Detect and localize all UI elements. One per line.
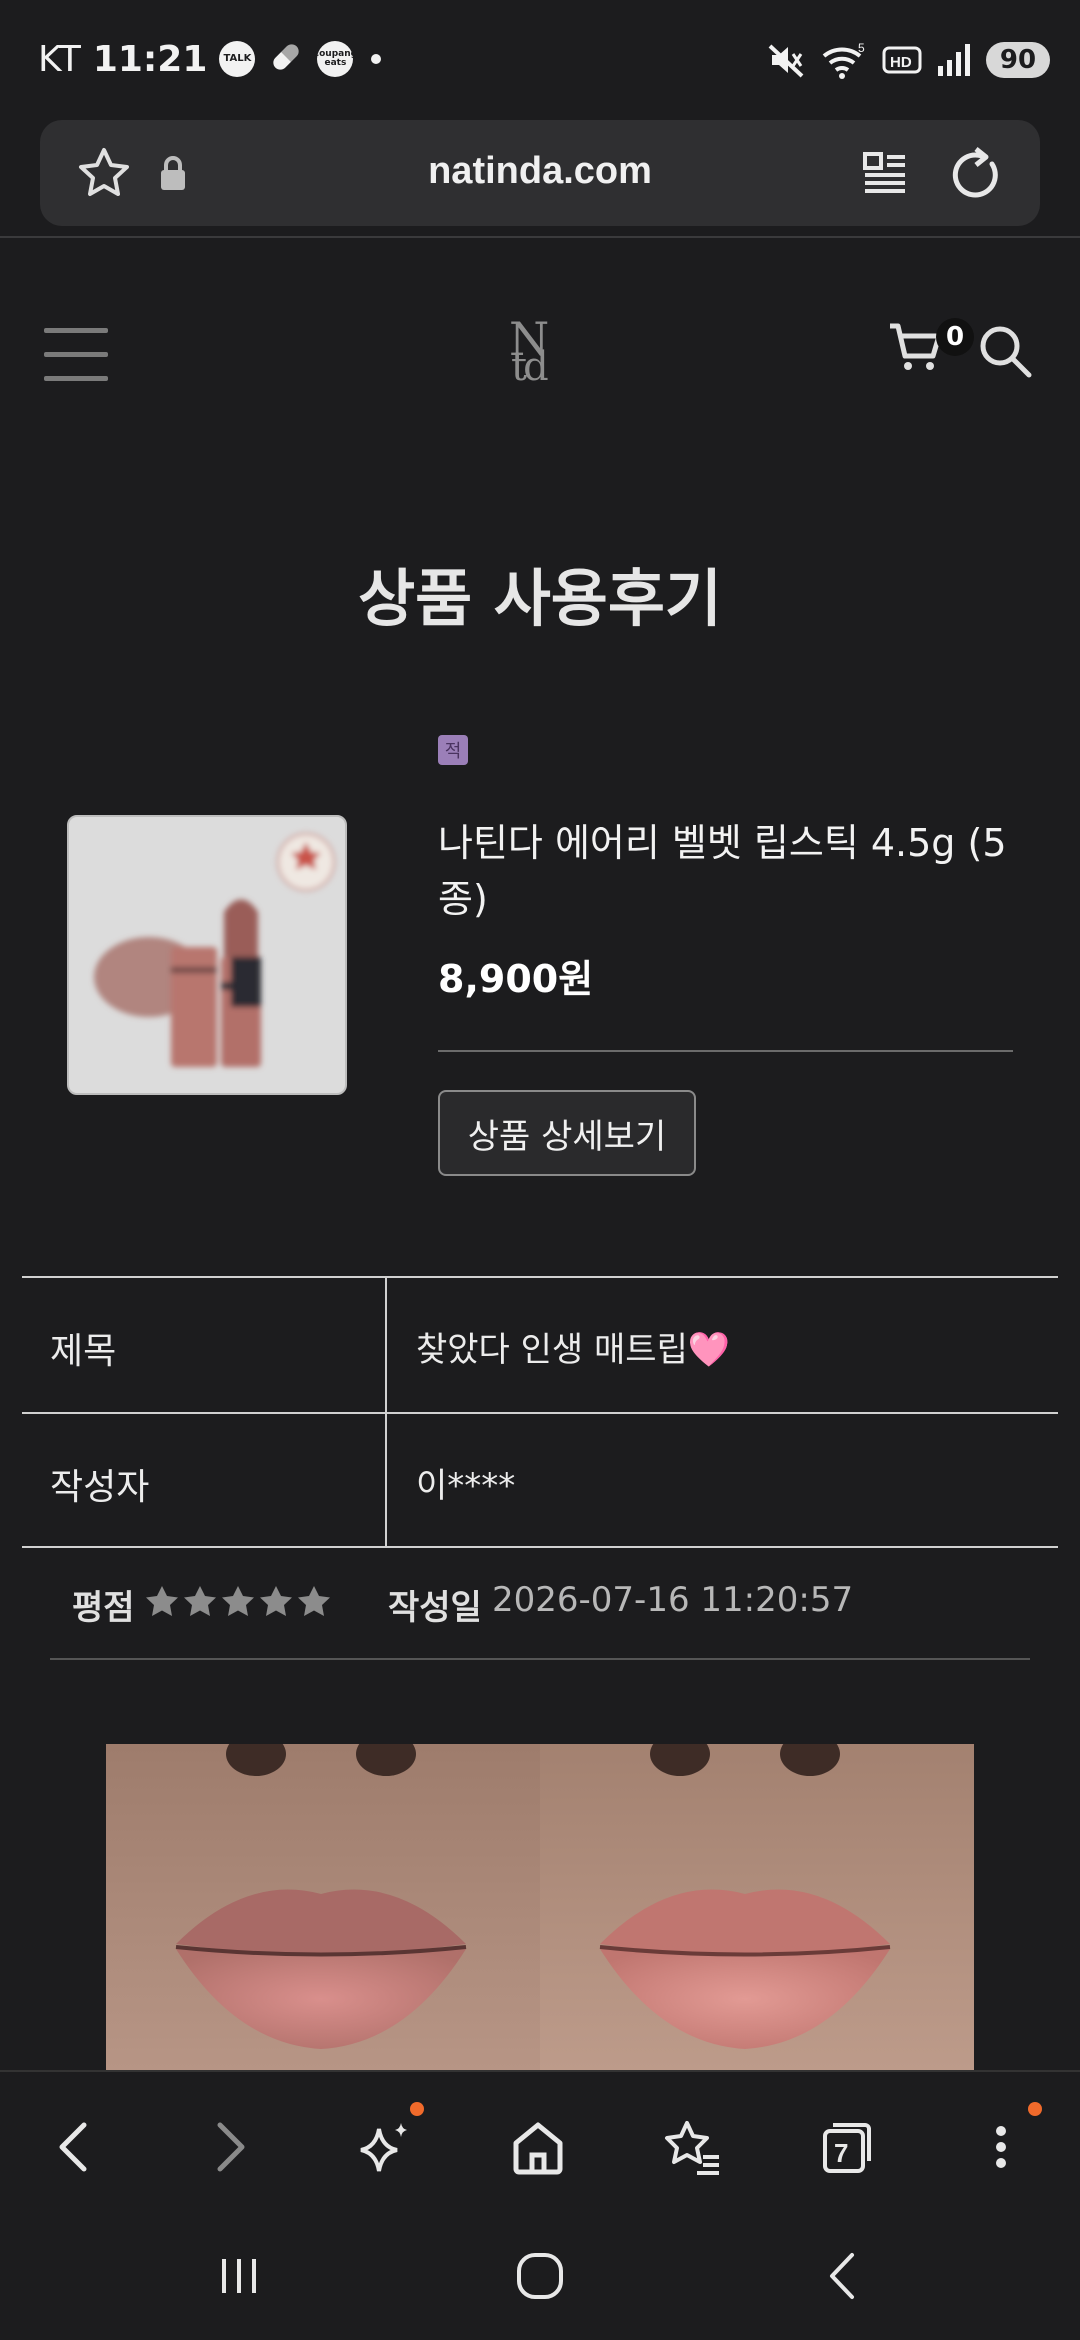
- kakaotalk-notification-icon: TALK: [219, 41, 256, 77]
- review-photo[interactable]: [106, 1744, 974, 2070]
- title-label: 제목: [50, 1331, 117, 1372]
- product-divider: [438, 1050, 1013, 1052]
- clock: 11:21: [92, 38, 208, 80]
- svg-text:HD: HD: [890, 54, 912, 71]
- home-nav-icon[interactable]: [505, 2246, 575, 2306]
- address-bar[interactable]: natinda.com: [40, 120, 1040, 226]
- mute-icon: [766, 40, 806, 80]
- wifi-icon: 5: [820, 40, 868, 80]
- more-notifications-dot: [371, 54, 382, 64]
- review-author: 이****: [416, 1466, 516, 1506]
- status-bar: KT 11:21 TALK coupang eats 5 HD 90: [0, 0, 1080, 120]
- review-photo-left: [106, 1744, 540, 2070]
- review-photo-right: [540, 1744, 974, 2070]
- menu-icon[interactable]: [44, 328, 108, 381]
- author-label: 작성자: [50, 1467, 150, 1508]
- rating-divider: [50, 1658, 1030, 1660]
- signal-icon: [936, 42, 972, 78]
- table-row-title: 제목 찾았다 인생 매트립🩷: [22, 1276, 1058, 1412]
- date-label: 작성일: [388, 1588, 482, 1628]
- hd-voice-icon: HD: [882, 42, 922, 78]
- site-header: N td 0: [0, 238, 1080, 468]
- forward-icon[interactable]: [196, 2112, 266, 2182]
- svg-text:7: 7: [834, 2138, 848, 2168]
- rating-row: 평점 작성일 2026-07-16 11:20:57: [72, 1580, 1032, 1630]
- back-nav-icon[interactable]: [808, 2246, 878, 2306]
- browser-toolbar: 7: [0, 2070, 1080, 2210]
- reader-mode-icon[interactable]: [860, 148, 910, 202]
- battery-indicator: 90: [986, 42, 1050, 78]
- star-icon: [184, 1586, 216, 1616]
- bookmarks-icon[interactable]: [656, 2112, 726, 2182]
- page-title: 상품 사용후기: [358, 562, 722, 635]
- star-icon: [222, 1586, 254, 1616]
- coupang-eats-notification-icon: coupang eats: [314, 41, 357, 77]
- tabs-icon[interactable]: 7: [812, 2112, 882, 2182]
- product-detail-button[interactable]: 상품 상세보기: [438, 1090, 696, 1176]
- pill-notification-icon: [267, 38, 305, 80]
- star-icon: [260, 1586, 292, 1616]
- notification-dot: [1028, 2102, 1042, 2116]
- column-divider: [385, 1278, 387, 1412]
- star-icon: [146, 1586, 178, 1616]
- back-icon[interactable]: [38, 2112, 108, 2182]
- column-divider: [385, 1414, 387, 1546]
- notification-dot: [410, 2102, 424, 2116]
- review-info-table: 제목 찾았다 인생 매트립🩷 작성자 이****: [22, 1276, 1058, 1548]
- system-nav-bar: [0, 2212, 1080, 2340]
- product-name[interactable]: 나틴다 에어리 벨벳 립스틱 4.5g (5종): [438, 815, 1038, 927]
- reload-icon[interactable]: [946, 144, 1006, 208]
- site-logo[interactable]: N td: [505, 312, 575, 390]
- point-badge: 적: [438, 735, 468, 765]
- review-title: 찾았다 인생 매트립🩷: [416, 1330, 731, 1370]
- recents-icon[interactable]: [204, 2246, 274, 2306]
- table-row-author: 작성자 이****: [22, 1412, 1058, 1548]
- product-price: 8,900원: [438, 957, 594, 1001]
- search-icon[interactable]: [978, 324, 1034, 384]
- carrier-label: KT: [38, 38, 81, 80]
- star-rating: [144, 1584, 332, 1620]
- cart-icon[interactable]: [888, 320, 944, 380]
- cart-count-badge: 0: [936, 318, 974, 356]
- product-image[interactable]: [67, 815, 347, 1095]
- ai-sparkle-icon[interactable]: [350, 2112, 420, 2182]
- svg-text:5: 5: [858, 41, 865, 55]
- home-icon[interactable]: [503, 2112, 573, 2182]
- star-icon: [298, 1586, 330, 1616]
- more-icon[interactable]: [966, 2112, 1036, 2182]
- rating-label: 평점: [72, 1588, 135, 1628]
- review-date: 2026-07-16 11:20:57: [492, 1580, 854, 1620]
